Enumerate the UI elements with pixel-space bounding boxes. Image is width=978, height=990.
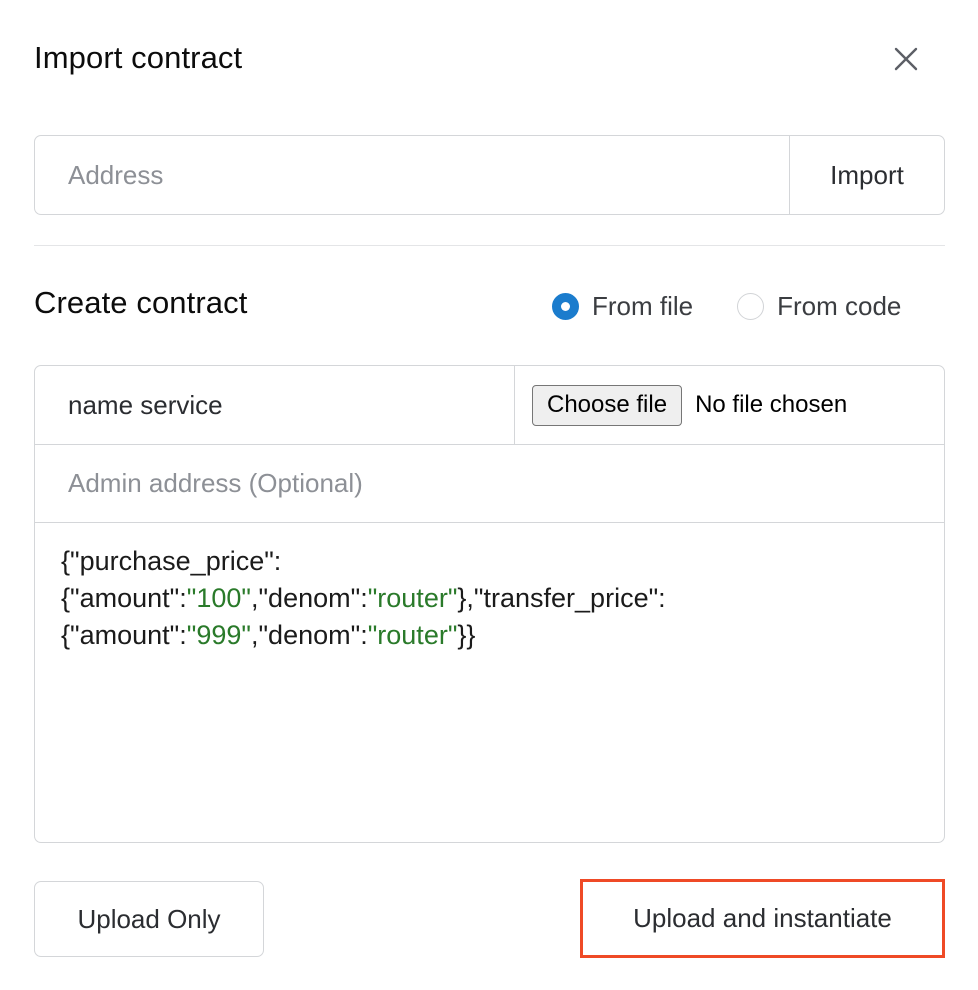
contract-name-input[interactable] xyxy=(35,366,514,444)
json-plain-token: ,"denom": xyxy=(251,583,368,613)
choose-file-button[interactable]: Choose file xyxy=(532,385,682,426)
radio-option-from-code[interactable]: From code xyxy=(737,291,901,322)
json-string-token: "100" xyxy=(187,583,251,613)
page-title: Import contract xyxy=(34,36,242,80)
create-contract-heading: Create contract xyxy=(34,281,247,325)
contract-source-radio-group: From file From code xyxy=(552,288,901,324)
init-message-content: {"purchase_price": {"amount":"100","deno… xyxy=(61,543,920,654)
json-string-token: "router" xyxy=(368,620,458,650)
create-contract-form: Choose file No file chosen {"purchase_pr… xyxy=(34,365,945,843)
close-icon xyxy=(893,46,919,72)
import-button[interactable]: Import xyxy=(790,136,944,214)
import-contract-dialog: Import contract Import Create contract F… xyxy=(0,0,978,990)
init-message-textarea[interactable]: {"purchase_price": {"amount":"100","deno… xyxy=(34,522,945,843)
admin-address-row xyxy=(34,444,945,523)
file-status-label: No file chosen xyxy=(695,391,847,419)
json-string-token: "999" xyxy=(187,620,251,650)
json-plain-token: }} xyxy=(457,620,475,650)
radio-selected-icon[interactable] xyxy=(552,293,579,320)
upload-only-button[interactable]: Upload Only xyxy=(34,881,264,957)
radio-label-from-code: From code xyxy=(777,291,901,322)
radio-unselected-icon[interactable] xyxy=(737,293,764,320)
address-input[interactable] xyxy=(35,136,789,214)
json-string-token: "router" xyxy=(368,583,458,613)
contract-name-row: Choose file No file chosen xyxy=(34,365,945,445)
radio-label-from-file: From file xyxy=(592,291,693,322)
wasm-file-picker[interactable]: Choose file No file chosen xyxy=(515,366,944,444)
import-address-row: Import xyxy=(34,135,945,215)
dialog-header: Import contract xyxy=(0,0,978,118)
upload-and-instantiate-button[interactable]: Upload and instantiate xyxy=(580,879,945,958)
radio-option-from-file[interactable]: From file xyxy=(552,291,693,322)
admin-address-input[interactable] xyxy=(35,445,944,522)
close-button[interactable] xyxy=(884,37,928,81)
json-plain-token: ,"denom": xyxy=(251,620,368,650)
section-divider xyxy=(34,245,945,246)
